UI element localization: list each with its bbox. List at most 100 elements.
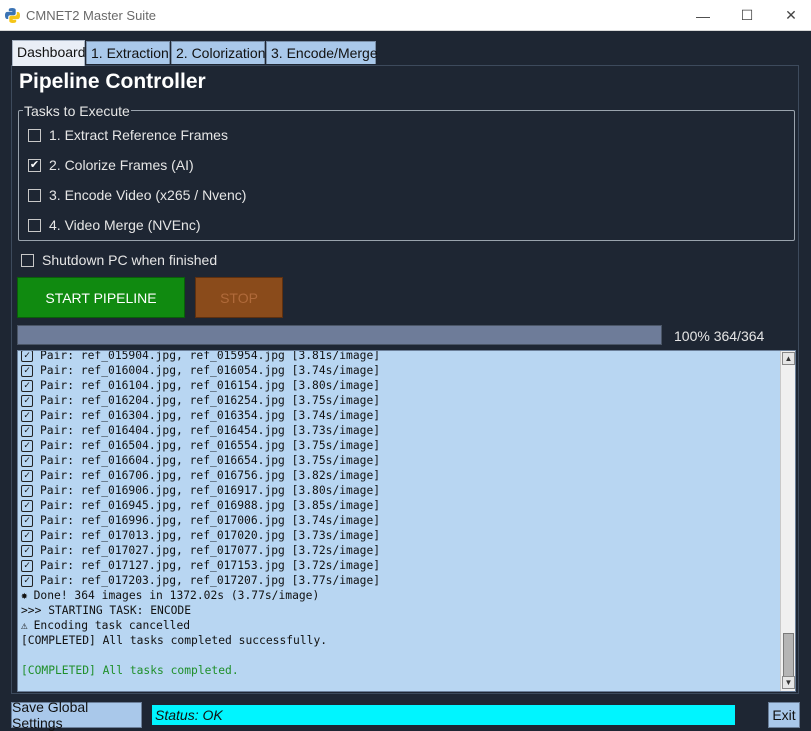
check-icon: ✓ (21, 394, 33, 407)
progress-label: 100% 364/364 (674, 328, 765, 344)
log-line: ✓ Pair: ref_015904.jpg, ref_015954.jpg [3… (21, 350, 779, 363)
maximize-button[interactable]: ☐ (724, 0, 770, 31)
log-line: [COMPLETED] All tasks completed. (21, 663, 779, 678)
log-text: Encoding task cancelled (33, 619, 191, 632)
log-text: Pair: ref_017013.jpg, ref_017020.jpg [3.… (40, 529, 381, 542)
log-line: ✓ Pair: ref_016404.jpg, ref_016454.jpg [3… (21, 423, 779, 438)
log-text: Pair: ref_016504.jpg, ref_016554.jpg [3.… (40, 439, 381, 452)
progress-fill (18, 326, 661, 344)
python-icon (5, 8, 20, 23)
log-text: >>> STARTING TASK: ENCODE (21, 604, 192, 617)
minimize-button[interactable]: — (680, 0, 726, 31)
maximize-icon: ☐ (740, 7, 754, 23)
shutdown-checkbox[interactable]: Shutdown PC when finished (21, 252, 217, 268)
log-text: Pair: ref_016204.jpg, ref_016254.jpg [3.… (40, 394, 381, 407)
check-icon: ✓ (21, 424, 33, 437)
checkbox-box[interactable] (21, 253, 34, 267)
progress-bar (17, 325, 662, 345)
log-line: ✓ Pair: ref_016906.jpg, ref_016917.jpg [3… (21, 483, 779, 498)
log-text: [COMPLETED] All tasks completed. (21, 664, 239, 677)
task-encode-checkbox[interactable]: 3. Encode Video (x265 / Nvenc) (28, 187, 246, 203)
log-output[interactable]: ✓ Pair: ref_015904.jpg, ref_015954.jpg [3… (17, 350, 796, 692)
check-icon: ✓ (21, 409, 33, 422)
task-colorize-checkbox[interactable]: ✔ 2. Colorize Frames (AI) (28, 157, 194, 173)
log-line: ✓ Pair: ref_016204.jpg, ref_016254.jpg [3… (21, 393, 779, 408)
save-settings-button[interactable]: Save Global Settings (11, 699, 142, 731)
log-line: ✓ Pair: ref_016945.jpg, ref_016988.jpg [3… (21, 498, 779, 513)
log-line: >>> STARTING TASK: ENCODE (21, 603, 779, 618)
log-line: ✓ Pair: ref_016706.jpg, ref_016756.jpg [3… (21, 468, 779, 483)
log-text: Pair: ref_017127.jpg, ref_017153.jpg [3.… (40, 559, 381, 572)
log-text: Pair: ref_016604.jpg, ref_016654.jpg [3.… (40, 454, 381, 467)
stop-button[interactable]: STOP (195, 277, 283, 318)
check-icon: ✓ (21, 544, 33, 557)
log-line: ✓ Pair: ref_016004.jpg, ref_016054.jpg [3… (21, 363, 779, 378)
log-line: ✓ Pair: ref_016504.jpg, ref_016554.jpg [3… (21, 438, 779, 453)
check-icon: ✓ (21, 454, 33, 467)
log-line: ✓ Pair: ref_017027.jpg, ref_017077.jpg [3… (21, 543, 779, 558)
shutdown-label: Shutdown PC when finished (42, 252, 218, 268)
tab-dashboard[interactable]: Dashboard (12, 40, 86, 66)
check-icon: ✓ (21, 529, 33, 542)
exit-button[interactable]: Exit (768, 702, 800, 728)
log-lines: ✓ Pair: ref_015904.jpg, ref_015954.jpg [3… (21, 350, 779, 678)
log-text: Pair: ref_016404.jpg, ref_016454.jpg [3.… (40, 424, 381, 437)
task-label: 2. Colorize Frames (AI) (49, 157, 194, 173)
scroll-thumb[interactable] (783, 633, 794, 677)
log-text: Pair: ref_016104.jpg, ref_016154.jpg [3.… (40, 379, 381, 392)
log-line: ✓ Pair: ref_016104.jpg, ref_016154.jpg [3… (21, 378, 779, 393)
log-line: ⚠ Encoding task cancelled (21, 618, 779, 633)
start-pipeline-button[interactable]: START PIPELINE (17, 277, 185, 318)
check-icon: ✓ (21, 439, 33, 452)
tab-encode-merge[interactable]: 3. Encode/Merge (266, 41, 378, 64)
log-text: Done! 364 images in 1372.02s (3.77s/imag… (33, 589, 320, 602)
task-merge-checkbox[interactable]: 4. Video Merge (NVEnc) (28, 217, 200, 233)
log-text: Pair: ref_016304.jpg, ref_016354.jpg [3.… (40, 409, 381, 422)
log-line: ✓ Pair: ref_017203.jpg, ref_017207.jpg [3… (21, 573, 779, 588)
log-text: Pair: ref_016706.jpg, ref_016756.jpg [3.… (40, 469, 381, 482)
log-line: ✓ Pair: ref_016304.jpg, ref_016354.jpg [3… (21, 408, 779, 423)
status-bar: Status: OK (152, 705, 735, 725)
scroll-up-icon[interactable]: ▲ (782, 352, 795, 365)
scroll-down-icon[interactable]: ▼ (782, 676, 795, 689)
check-icon: ✓ (21, 514, 33, 527)
task-label: 4. Video Merge (NVEnc) (49, 217, 201, 233)
log-text: Pair: ref_015904.jpg, ref_015954.jpg [3.… (40, 350, 381, 362)
tab-colorization[interactable]: 2. Colorization (171, 41, 266, 64)
check-icon: ✓ (21, 559, 33, 572)
check-icon: ✓ (21, 379, 33, 392)
check-icon: ✓ (21, 484, 33, 497)
log-text: [COMPLETED] All tasks completed successf… (21, 634, 328, 647)
log-line: ✓ Pair: ref_017127.jpg, ref_017153.jpg [3… (21, 558, 779, 573)
check-icon: ✓ (21, 351, 33, 362)
party-icon: ✸ (21, 589, 28, 602)
checkbox-box[interactable] (28, 128, 41, 142)
log-text: Pair: ref_016996.jpg, ref_017006.jpg [3.… (40, 514, 381, 527)
task-label: 1. Extract Reference Frames (49, 127, 228, 143)
log-line: ✓ Pair: ref_017013.jpg, ref_017020.jpg [3… (21, 528, 779, 543)
tasks-legend: Tasks to Execute (23, 103, 131, 119)
log-text: Pair: ref_017203.jpg, ref_017207.jpg [3.… (40, 574, 381, 587)
checkbox-box[interactable]: ✔ (28, 158, 41, 172)
page-title: Pipeline Controller (19, 70, 206, 93)
log-text: Pair: ref_016945.jpg, ref_016988.jpg [3.… (40, 499, 381, 512)
task-extract-checkbox[interactable]: 1. Extract Reference Frames (28, 127, 228, 143)
checkbox-box[interactable] (28, 188, 41, 202)
log-line: ✓ Pair: ref_016604.jpg, ref_016654.jpg [3… (21, 453, 779, 468)
close-button[interactable]: ✕ (768, 0, 811, 31)
log-text: Pair: ref_017027.jpg, ref_017077.jpg [3.… (40, 544, 381, 557)
warning-icon: ⚠ (21, 619, 28, 632)
log-text: Pair: ref_016004.jpg, ref_016054.jpg [3.… (40, 364, 381, 377)
check-icon: ✓ (21, 574, 33, 587)
log-line: ✸ Done! 364 images in 1372.02s (3.77s/ima… (21, 588, 779, 603)
log-scrollbar[interactable]: ▲ ▼ (780, 351, 795, 691)
task-label: 3. Encode Video (x265 / Nvenc) (49, 187, 247, 203)
check-icon: ✓ (21, 499, 33, 512)
close-icon: ✕ (785, 7, 797, 23)
tab-extraction[interactable]: 1. Extraction (86, 41, 170, 64)
minimize-icon: — (696, 7, 710, 24)
checkbox-box[interactable] (28, 218, 41, 232)
check-icon: ✓ (21, 364, 33, 377)
log-text: Pair: ref_016906.jpg, ref_016917.jpg [3.… (40, 484, 381, 497)
